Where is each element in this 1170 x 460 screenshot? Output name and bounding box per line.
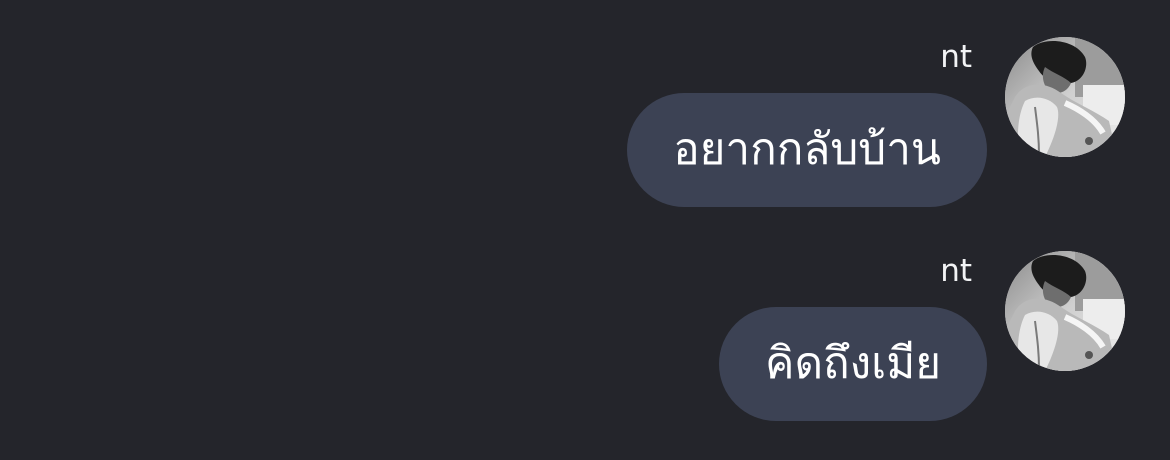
message-bubble[interactable]: คิดถึงเมีย bbox=[719, 307, 987, 421]
avatar[interactable] bbox=[1005, 37, 1125, 157]
message-bubble[interactable]: อยากกลับบ้าน bbox=[627, 93, 987, 207]
sender-name: nt bbox=[940, 39, 972, 75]
sender-name: nt bbox=[940, 253, 972, 289]
message-group: nt คิดถึงเมีย bbox=[0, 251, 1170, 441]
profile-photo-icon bbox=[1005, 251, 1125, 371]
message-group: nt อยากกลับบ้าน bbox=[0, 37, 1170, 227]
profile-photo-icon bbox=[1005, 37, 1125, 157]
avatar[interactable] bbox=[1005, 251, 1125, 371]
